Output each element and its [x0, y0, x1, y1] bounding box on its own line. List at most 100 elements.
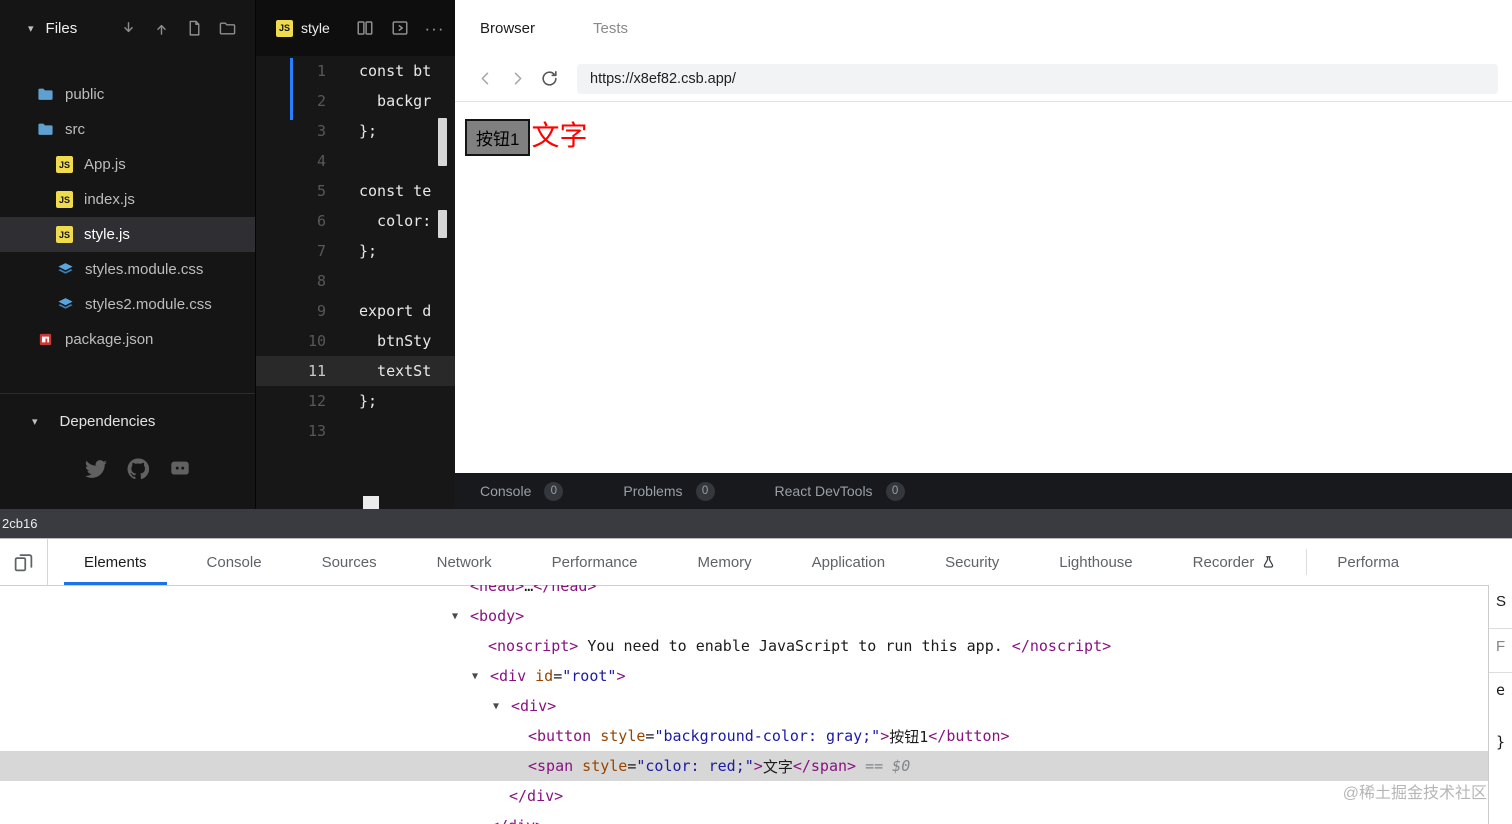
preview-tab-tests[interactable]: Tests: [593, 20, 628, 37]
console-bar-item-console[interactable]: Console 0: [480, 481, 564, 501]
devtools-tab-lighthouse[interactable]: Lighthouse: [1029, 539, 1162, 585]
open-preview-icon[interactable]: [390, 19, 409, 38]
file-row-App-js[interactable]: JS App.js: [0, 147, 255, 182]
scrollbar-thumb[interactable]: [438, 210, 447, 238]
elements-tree-row[interactable]: <button style = "background-color: gray;" >…: [0, 721, 1489, 751]
preview-tab-bar: Browser Tests: [455, 0, 1512, 56]
split-editor-icon[interactable]: [355, 19, 374, 38]
file-row-package-json[interactable]: package.json: [0, 322, 255, 357]
line-number: 5: [316, 182, 326, 200]
code-line-6[interactable]: 6 color:: [256, 206, 456, 236]
url-bar[interactable]: https://x8ef82.csb.app/: [577, 63, 1498, 94]
code-line-1[interactable]: 1 const bt: [256, 56, 456, 86]
back-icon[interactable]: [471, 65, 499, 93]
code-segment: id: [526, 667, 554, 685]
app-window: ▾ Files public src JS App.js JS index.js JS sty…: [0, 0, 1512, 824]
file-row-index-js[interactable]: JS index.js: [0, 182, 255, 217]
editor-tab-bar: JS style ···: [256, 0, 456, 56]
styles-tab-fragment[interactable]: S: [1496, 593, 1506, 610]
reload-icon[interactable]: [535, 65, 563, 93]
device-toolbar-icon[interactable]: [13, 552, 34, 573]
devtools-tab-performance[interactable]: Performance: [522, 539, 668, 585]
elements-tree-row[interactable]: ▼ <div id = "root" >: [0, 661, 1489, 691]
file-row-public[interactable]: public: [0, 77, 255, 112]
flask-icon: [1261, 555, 1276, 570]
file-label: package.json: [65, 331, 154, 348]
elements-tree-row[interactable]: <span style = "color: red;" > 文字 </span> == $…: [0, 751, 1489, 781]
code-segment: </button>: [928, 727, 1010, 745]
filter-input-fragment[interactable]: F: [1496, 638, 1505, 655]
expand-arrow-icon[interactable]: ▼: [493, 701, 511, 712]
code-line-12[interactable]: 12};: [256, 386, 456, 416]
scrollbar-thumb[interactable]: [438, 118, 447, 166]
tab-label: Tests: [593, 19, 629, 37]
preview-tab-browser[interactable]: Browser: [480, 20, 535, 37]
code-text: color:: [359, 212, 432, 230]
code-segment: You need to enable JavaScript to run thi…: [578, 637, 1012, 655]
devtools-tab-performa[interactable]: Performa: [1307, 539, 1429, 585]
page-button[interactable]: 按钮1: [465, 119, 531, 156]
code-segment: <span: [528, 757, 574, 775]
devtools-tab-recorder[interactable]: Recorder: [1163, 539, 1307, 585]
file-row-styles2-module-css[interactable]: styles2.module.css: [0, 287, 255, 322]
forward-icon[interactable]: [503, 65, 531, 93]
elements-tree-row[interactable]: <head>… </head>: [0, 585, 1489, 601]
devtools-tab-application[interactable]: Application: [782, 539, 915, 585]
line-number: 7: [316, 242, 326, 260]
chevron-down-icon[interactable]: ▾: [32, 415, 38, 428]
expand-arrow-icon[interactable]: ▼: [452, 611, 470, 622]
code-line-11[interactable]: 11 textSt: [256, 356, 456, 386]
editor-code-area[interactable]: 1 const bt 2 backgr 3}; 4 5 const te 6 color: 7}…: [256, 56, 456, 446]
devtools-tab-console[interactable]: Console: [177, 539, 292, 585]
elements-tree-row[interactable]: ▼ <body>: [0, 601, 1489, 631]
code-line-5[interactable]: 5 const te: [256, 176, 456, 206]
code-line-9[interactable]: 9 export d: [256, 296, 456, 326]
code-line-8[interactable]: 8: [256, 266, 456, 296]
devtools-tab-security[interactable]: Security: [915, 539, 1029, 585]
elements-tree-row[interactable]: </div>: [0, 811, 1489, 824]
expand-arrow-icon[interactable]: ▼: [472, 671, 490, 682]
download-icon[interactable]: [119, 19, 138, 38]
code-line-7[interactable]: 7};: [256, 236, 456, 266]
discord-icon[interactable]: [169, 458, 191, 480]
more-options-icon[interactable]: ···: [425, 19, 444, 38]
devtools-toolbar: Elements Console Sources Network Performance…: [0, 539, 1512, 586]
file-row-styles-module-css[interactable]: styles.module.css: [0, 252, 255, 287]
file-label: style.js: [84, 226, 130, 243]
console-bar-item-problems[interactable]: Problems 0: [623, 481, 715, 501]
new-folder-icon[interactable]: [218, 19, 237, 38]
file-label: styles2.module.css: [85, 296, 212, 313]
status-bar: 2cb16: [0, 509, 1512, 538]
code-segment: <button: [528, 727, 592, 745]
tab-label: Security: [945, 553, 1000, 571]
elements-tree-row[interactable]: <noscript> You need to enable JavaScript…: [0, 631, 1489, 661]
toolbar-separator: [47, 539, 48, 585]
console-bar-item-react-devtools[interactable]: React DevTools 0: [774, 481, 905, 501]
code-line-10[interactable]: 10 btnSty: [256, 326, 456, 356]
editor-tab-style-js[interactable]: JS style: [276, 19, 330, 37]
line-number: 11: [307, 362, 326, 380]
code-line-2[interactable]: 2 backgr: [256, 86, 456, 116]
new-file-icon[interactable]: [185, 19, 204, 38]
elements-tree-row[interactable]: </div>: [0, 781, 1489, 811]
console-bar-label: React DevTools: [774, 483, 873, 499]
github-icon[interactable]: [127, 458, 149, 480]
devtools-tab-network[interactable]: Network: [407, 539, 522, 585]
chevron-down-icon[interactable]: ▾: [28, 22, 34, 35]
file-row-style-js[interactable]: JS style.js: [0, 217, 255, 252]
elements-tree-row[interactable]: ▼ <div>: [0, 691, 1489, 721]
devtools-tab-memory[interactable]: Memory: [668, 539, 782, 585]
line-number: 2: [316, 92, 326, 110]
code-line-13[interactable]: 13: [256, 416, 456, 446]
file-row-src[interactable]: src: [0, 112, 255, 147]
horizontal-scrollbar-thumb[interactable]: [363, 496, 379, 509]
dependencies-section[interactable]: ▾ Dependencies: [0, 400, 255, 442]
code-text: };: [359, 392, 378, 410]
code-line-3[interactable]: 3};: [256, 116, 456, 146]
upload-icon[interactable]: [152, 19, 171, 38]
devtools-tab-sources[interactable]: Sources: [292, 539, 407, 585]
twitter-icon[interactable]: [85, 458, 107, 480]
code-line-4[interactable]: 4: [256, 146, 456, 176]
devtools-tab-elements[interactable]: Elements: [54, 539, 177, 585]
styles-sidebar-sliver: S F e }: [1488, 585, 1512, 824]
